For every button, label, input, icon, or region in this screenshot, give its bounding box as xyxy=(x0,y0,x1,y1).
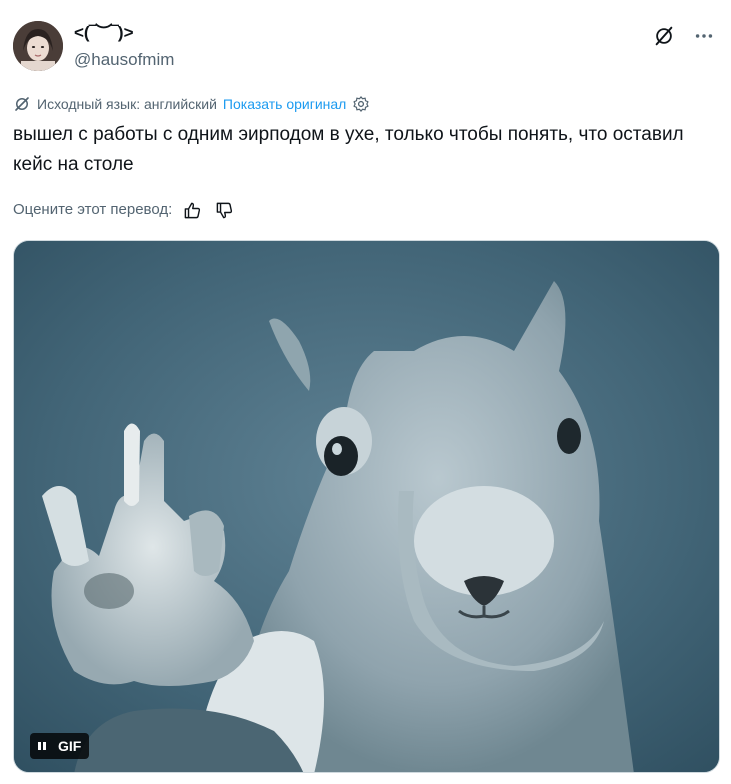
gif-controls[interactable]: GIF xyxy=(30,733,90,759)
show-original-link[interactable]: Показать оригинал xyxy=(223,94,346,114)
rate-translation-label: Оцените этот перевод: xyxy=(13,201,173,218)
gif-label: GIF xyxy=(58,738,82,754)
avatar[interactable] xyxy=(13,21,63,71)
tweet-header-actions xyxy=(649,22,719,50)
gear-icon[interactable] xyxy=(352,95,370,113)
pause-icon[interactable] xyxy=(36,740,48,752)
translation-info: Исходный язык: английский Показать ориги… xyxy=(13,94,370,114)
translate-icon xyxy=(13,95,31,113)
tweet: <(‾︶‾)> @hausofmim Исходный язык: англий… xyxy=(0,0,731,784)
tweet-text: вышел с работы с одним эирподом в ухе, т… xyxy=(13,124,684,175)
source-language-label: Исходный язык: английский xyxy=(37,96,217,112)
gif-media[interactable]: GIF xyxy=(13,240,720,773)
rate-translation: Оцените этот перевод: xyxy=(13,199,236,221)
squirrel-gif-image xyxy=(14,241,719,772)
handle[interactable]: @hausofmim xyxy=(74,49,174,71)
more-icon[interactable] xyxy=(689,22,719,50)
thumbs-down-icon[interactable] xyxy=(212,199,236,221)
thumbs-up-icon[interactable] xyxy=(180,199,204,221)
display-name[interactable]: <(‾︶‾)> xyxy=(74,22,134,44)
grok-icon[interactable] xyxy=(649,22,679,50)
